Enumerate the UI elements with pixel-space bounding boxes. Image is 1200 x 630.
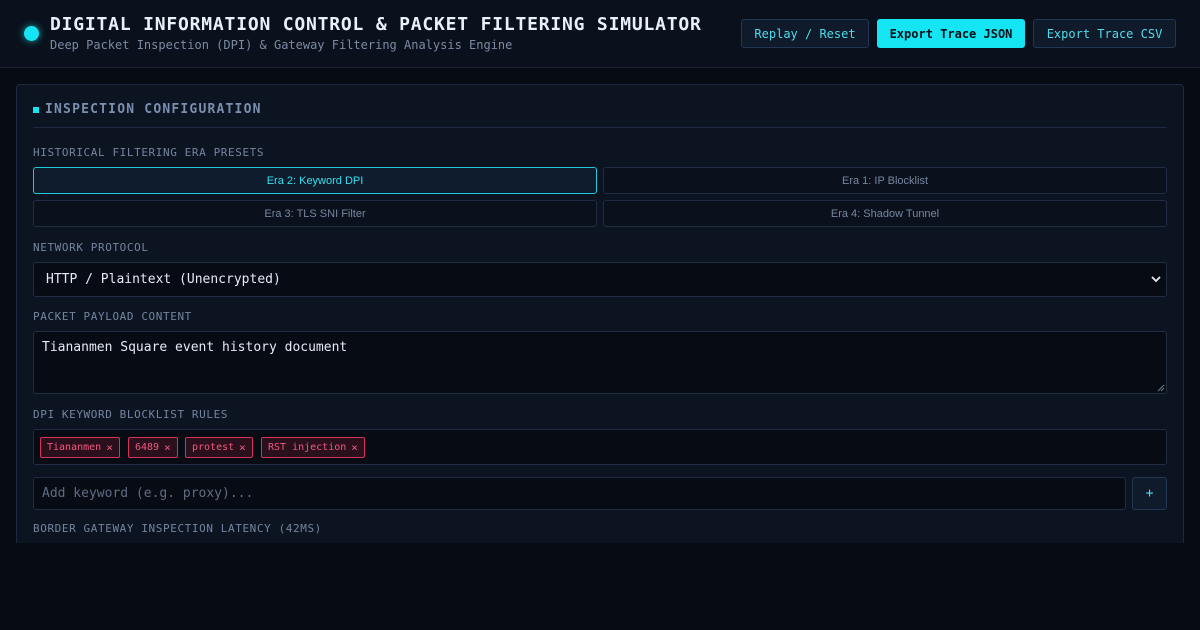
keyword-tag-label: 6489: [135, 442, 160, 453]
status-indicator-icon: [24, 26, 39, 41]
add-keyword-input[interactable]: [33, 477, 1126, 510]
payload-text: Tiananmen Square event history document: [42, 340, 348, 355]
page-background: [0, 543, 1200, 630]
app-header: DIGITAL INFORMATION CONTROL & PACKET FIL…: [0, 0, 1200, 68]
keyword-rules-label: DPI KEYWORD BLOCKLIST RULES: [33, 408, 229, 421]
era-2-button[interactable]: Era 2: Keyword DPI: [33, 167, 597, 194]
app-title: DIGITAL INFORMATION CONTROL & PACKET FIL…: [50, 14, 702, 35]
remove-tag-icon[interactable]: ×: [239, 441, 246, 454]
keyword-tag-list: Tiananmen × 6489 × protest × RST injecti…: [33, 429, 1167, 465]
export-csv-button[interactable]: Export Trace CSV: [1033, 19, 1176, 48]
export-json-button[interactable]: Export Trace JSON: [877, 19, 1025, 48]
keyword-tag: Tiananmen ×: [40, 437, 120, 458]
remove-tag-icon[interactable]: ×: [351, 441, 358, 454]
keyword-tag: 6489 ×: [128, 437, 178, 458]
latency-label: BORDER GATEWAY INSPECTION LATENCY (42MS): [33, 522, 322, 535]
era-4-button[interactable]: Era 4: Shadow Tunnel: [603, 200, 1167, 227]
keyword-tag-label: RST injection: [268, 442, 347, 453]
payload-textarea[interactable]: Tiananmen Square event history document: [33, 331, 1167, 394]
section-marker-icon: [33, 107, 39, 113]
replay-reset-button[interactable]: Replay / Reset: [741, 19, 869, 48]
panel-title: INSPECTION CONFIGURATION: [45, 102, 262, 117]
era-presets-label: HISTORICAL FILTERING ERA PRESETS: [33, 146, 265, 159]
era-3-button[interactable]: Era 3: TLS SNI Filter: [33, 200, 597, 227]
protocol-selected-value: HTTP / Plaintext (Unencrypted): [46, 272, 281, 287]
keyword-tag-label: protest: [192, 442, 235, 453]
add-keyword-button[interactable]: +: [1132, 477, 1167, 510]
resize-handle-icon[interactable]: [1157, 384, 1165, 392]
keyword-tag: RST injection ×: [261, 437, 365, 458]
app-subtitle: Deep Packet Inspection (DPI) & Gateway F…: [50, 38, 513, 52]
inspection-config-panel: INSPECTION CONFIGURATION HISTORICAL FILT…: [16, 84, 1184, 554]
chevron-down-icon: [1151, 276, 1161, 283]
era-1-button[interactable]: Era 1: IP Blocklist: [603, 167, 1167, 194]
panel-divider: [33, 127, 1167, 128]
protocol-label: NETWORK PROTOCOL: [33, 241, 149, 254]
keyword-tag-label: Tiananmen: [47, 442, 102, 453]
payload-label: PACKET PAYLOAD CONTENT: [33, 310, 192, 323]
protocol-select[interactable]: HTTP / Plaintext (Unencrypted): [33, 262, 1167, 297]
keyword-tag: protest ×: [185, 437, 253, 458]
remove-tag-icon[interactable]: ×: [106, 441, 113, 454]
remove-tag-icon[interactable]: ×: [164, 441, 171, 454]
